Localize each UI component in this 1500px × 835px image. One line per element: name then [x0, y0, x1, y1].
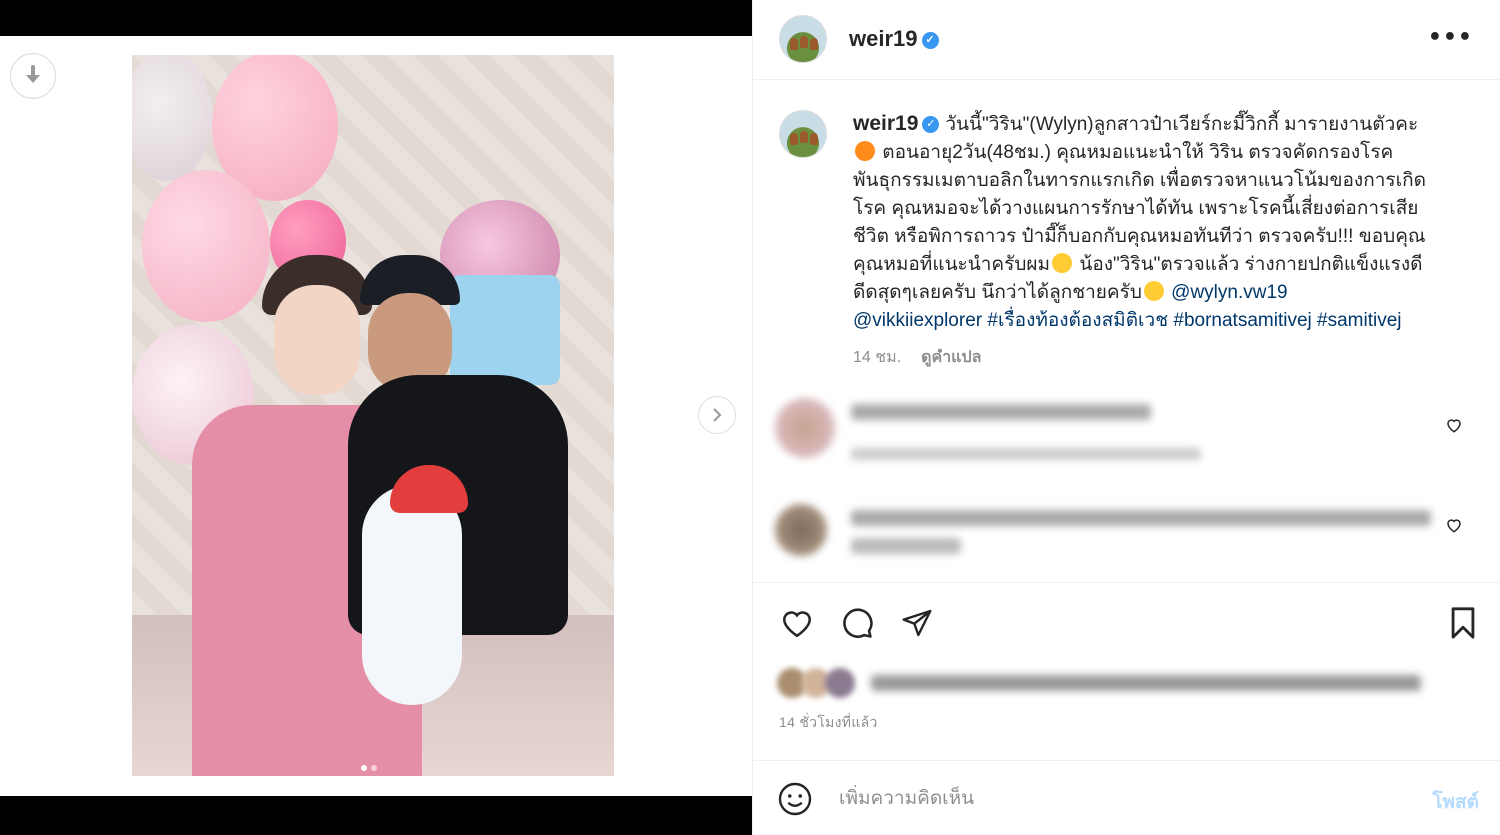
comment-input[interactable] — [839, 785, 1399, 813]
mention-link[interactable]: @wylyn.vw19 — [1171, 282, 1287, 303]
media-area — [0, 36, 752, 796]
verified-badge-icon: ✓ — [922, 116, 940, 134]
add-comment-bar: โพสต์ — [753, 760, 1500, 835]
paper-plane-icon — [902, 609, 932, 637]
post-header: weir19 ✓ ••• — [753, 0, 1500, 80]
caption-meta: 14 ชม. ดูคำแปล — [853, 345, 981, 370]
caption-line: พันธุกรรมเมตาบอลิกในทารกแรกเกิด เพื่อตรว… — [853, 170, 1426, 191]
caption-line: weir19 ✓ วันนี้"วิริน"(Wylyn)ลูกสาวป๋าเวีย… — [853, 110, 1473, 139]
avatar[interactable] — [779, 15, 827, 63]
heart-icon — [782, 611, 812, 638]
post-timestamp: 14 ชั่วโมงที่แล้ว — [779, 714, 878, 730]
caption-text: ตอนอายุ2วัน(48ชม.) คุณหมอแนะนำให้ วิริน … — [882, 142, 1394, 163]
mention-link[interactable]: @vikkiiexplorer — [853, 310, 982, 331]
comment-text-blurred — [851, 404, 1151, 420]
caption-line: ชีวิต หรือพิการถาวร ป๋ามี๊ก็บอกกับคุณหมอ… — [853, 226, 1426, 247]
bookmark-icon — [1451, 607, 1475, 639]
save-button[interactable] — [1443, 603, 1483, 643]
caption-text: ดีดสุดๆเลยครับ นึกว่าได้ลูกชายครับ — [853, 282, 1142, 303]
comment-item — [775, 398, 1475, 460]
details-pane: weir19 ✓ ••• weir19 ✓ วันนี้"วิริน"(Wylyn)ล… — [752, 0, 1500, 835]
next-image-button[interactable] — [698, 396, 736, 434]
balloon — [142, 170, 270, 322]
man-figure — [360, 255, 460, 395]
share-button[interactable] — [897, 603, 937, 643]
woman-figure — [262, 255, 372, 405]
caption-line: ดีดสุดๆเลยครับ นึกว่าได้ลูกชายครับ @wyly… — [853, 279, 1473, 307]
comment-text-blurred — [851, 538, 961, 554]
comment-heart-icon[interactable] — [1445, 416, 1463, 434]
verified-badge-icon: ✓ — [921, 31, 939, 49]
chevron-right-icon — [713, 408, 722, 422]
post-comment-button[interactable]: โพสต์ — [1432, 787, 1479, 817]
gift-bag — [450, 275, 560, 385]
laughing-emoji-icon — [1143, 281, 1164, 301]
caption-line: ตอนอายุ2วัน(48ชม.) คุณหมอแนะนำให้ วิริน … — [853, 139, 1473, 167]
username-text[interactable]: weir19 — [849, 26, 918, 51]
smile-emoji-icon — [1052, 253, 1073, 273]
likes-text-blurred — [871, 675, 1421, 691]
carousel-dot — [371, 765, 377, 771]
hashtag-link[interactable]: #bornatsamitivej — [1173, 310, 1311, 331]
liker-avatar — [825, 668, 855, 698]
comment-item — [775, 504, 1475, 556]
post-photo[interactable] — [132, 55, 614, 776]
comment-bubble-icon — [843, 608, 873, 638]
action-bar — [753, 582, 1500, 662]
comment-button[interactable] — [837, 603, 877, 643]
caption-line: คุณหมอที่แนะนำครับผม น้อง"วิริน"ตรวจแล้ว… — [853, 251, 1473, 279]
hashtag-link[interactable]: #samitivej — [1317, 310, 1401, 331]
see-translation-link[interactable]: ดูคำแปล — [921, 349, 981, 366]
like-button[interactable] — [777, 603, 817, 643]
comment-text-blurred — [851, 510, 1431, 526]
caption-line: @vikkiiexplorer #เรื่องท้องต้องสมิติเวช … — [853, 307, 1473, 335]
media-pane — [0, 0, 752, 835]
smile-icon[interactable] — [777, 781, 813, 817]
caption: weir19 ✓ วันนี้"วิริน"(Wylyn)ลูกสาวป๋าเวีย… — [853, 110, 1473, 335]
caption-username[interactable]: weir19 — [853, 112, 918, 135]
caption-text: คุณหมอที่แนะนำครับผม — [853, 254, 1051, 275]
caption-text: วันนี้"วิริน"(Wylyn)ลูกสาวป๋าเวียร์กะมี๊… — [945, 114, 1419, 135]
comment-avatar[interactable] — [775, 504, 827, 556]
likes-summary[interactable] — [777, 668, 1427, 698]
more-options-icon[interactable]: ••• — [1428, 27, 1473, 49]
carousel-indicator — [361, 765, 377, 771]
carousel-dot-active — [361, 765, 367, 771]
caption-time: 14 ชม. — [853, 349, 902, 366]
header-username[interactable]: weir19 ✓ — [849, 26, 939, 52]
hashtag-link[interactable]: #เรื่องท้องต้องสมิติเวช — [987, 310, 1168, 331]
comment-avatar[interactable] — [775, 398, 835, 458]
comment-heart-icon[interactable] — [1445, 516, 1463, 534]
heart-eyes-emoji-icon — [855, 141, 875, 161]
download-arrow-icon — [26, 65, 40, 83]
caption-avatar[interactable] — [779, 110, 827, 158]
caption-line: โรค คุณหมอจะได้วางแผนการรักษาได้ทัน เพรา… — [853, 198, 1419, 219]
download-button[interactable] — [10, 53, 56, 99]
comment-meta-blurred — [851, 448, 1201, 460]
caption-text: น้อง"วิริน"ตรวจแล้ว ร่างกายปกติแข็งแรงดี — [1079, 254, 1423, 275]
baby-figure — [362, 485, 462, 705]
